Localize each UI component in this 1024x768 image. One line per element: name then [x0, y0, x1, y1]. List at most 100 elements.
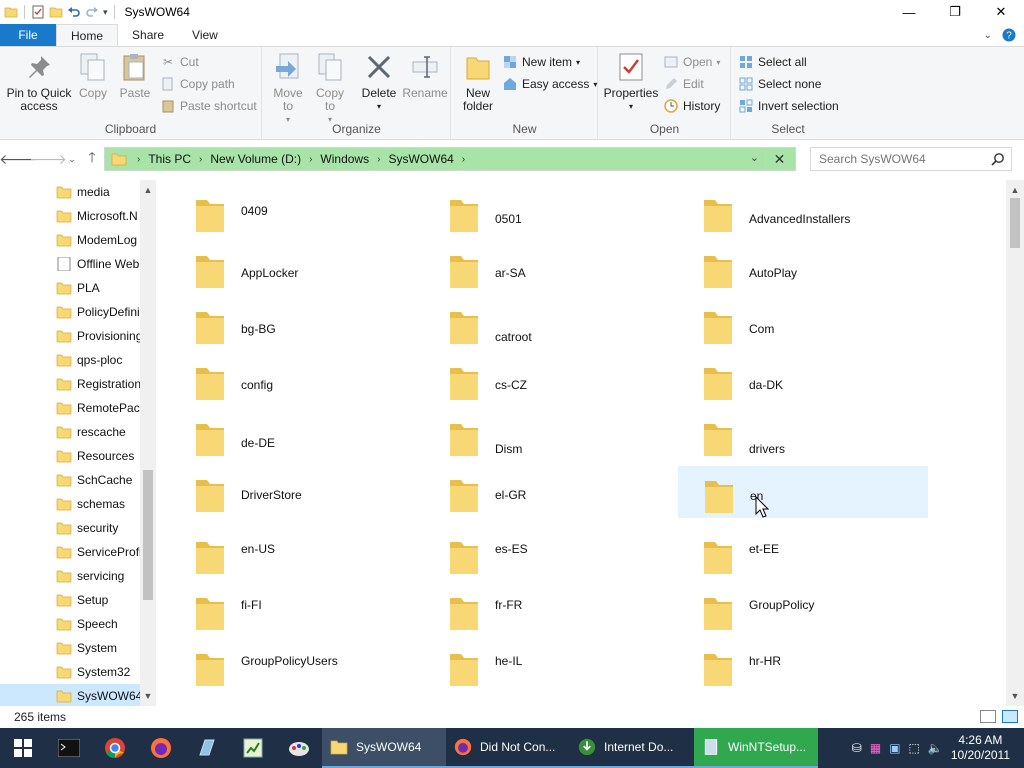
folder-item[interactable]: Dism — [424, 410, 674, 462]
folder-item[interactable]: en — [678, 466, 928, 518]
tray-color-icon[interactable]: ▦ — [870, 741, 881, 755]
taskbar-cmd[interactable] — [46, 728, 92, 768]
tab-view[interactable]: View — [178, 24, 232, 46]
taskbar-app-chart[interactable] — [230, 728, 276, 768]
taskbar-syswow64[interactable]: SysWOW64 — [322, 728, 446, 768]
clock[interactable]: 4:26 AM 10/20/2011 — [951, 733, 1010, 763]
redo-icon[interactable] — [85, 5, 99, 19]
select-all-button[interactable]: Select all — [738, 52, 807, 72]
tray-monitor-icon[interactable]: ▣ — [889, 741, 900, 755]
breadcrumb-this-pc[interactable]: This PC — [144, 152, 195, 166]
select-none-button[interactable]: Select none — [738, 74, 821, 94]
large-icons-view-icon[interactable] — [1002, 710, 1018, 723]
tree-item[interactable]: Microsoft.N — [0, 204, 140, 228]
taskbar-firefox[interactable] — [138, 728, 184, 768]
tree-item[interactable]: media — [0, 180, 140, 204]
breadcrumb-new-volume[interactable]: New Volume (D:) — [206, 152, 305, 166]
details-view-icon[interactable] — [980, 710, 996, 723]
undo-icon[interactable] — [67, 5, 81, 19]
tree-item[interactable]: RemotePacl — [0, 396, 140, 420]
rename-button[interactable]: Rename — [402, 51, 448, 100]
taskbar-firefox-window[interactable]: Did Not Con... — [446, 728, 570, 768]
tab-home[interactable]: Home — [56, 24, 119, 46]
nav-scrollbar[interactable]: ▲ ▼ — [140, 180, 156, 706]
copy-path-button[interactable]: Copy path — [160, 74, 235, 94]
forward-button[interactable]: 🡒 — [29, 149, 67, 169]
breadcrumb-syswow64[interactable]: SysWOW64 — [384, 152, 457, 166]
tree-item[interactable]: System32 — [0, 660, 140, 684]
scroll-up-icon[interactable]: ▲ — [1006, 182, 1024, 198]
chevron-right-icon[interactable]: › — [373, 154, 384, 165]
tab-share[interactable]: Share — [118, 24, 178, 46]
network-icon[interactable]: ⬚ — [909, 741, 920, 755]
folder-item[interactable]: Com — [678, 298, 928, 350]
tree-item[interactable]: SysWOW64 — [0, 684, 140, 706]
breadcrumb-windows[interactable]: Windows — [316, 152, 373, 166]
content-scroll-thumb[interactable] — [1010, 198, 1020, 248]
help-icon[interactable]: ? — [1002, 28, 1016, 42]
taskbar-internet-download[interactable]: Internet Do... — [570, 728, 694, 768]
tree-item[interactable]: Provisioning — [0, 324, 140, 348]
start-button[interactable] — [0, 728, 46, 768]
content-scrollbar[interactable]: ▲ ▼ — [1006, 180, 1024, 706]
tree-item[interactable]: SchCache — [0, 468, 140, 492]
folder-item[interactable]: cs-CZ — [424, 354, 674, 406]
search-input[interactable] — [811, 152, 981, 166]
taskbar-app-paint[interactable] — [276, 728, 322, 768]
stop-icon[interactable]: ✕ — [765, 148, 793, 170]
pin-quick-access-button[interactable]: Pin to Quick access — [4, 51, 74, 113]
tree-item[interactable]: ServiceProfi — [0, 540, 140, 564]
folder-item[interactable]: ar-SA — [424, 242, 674, 294]
paste-button[interactable]: Paste — [114, 51, 156, 100]
chevron-right-icon[interactable]: › — [458, 154, 469, 165]
tree-item[interactable]: System — [0, 636, 140, 660]
folder-item[interactable]: fr-FR — [424, 584, 674, 636]
open-button[interactable]: Open ▾ — [663, 52, 720, 72]
tree-item[interactable]: security — [0, 516, 140, 540]
folder-item[interactable]: en-US — [170, 528, 420, 580]
properties-button[interactable]: Properties ▾ — [603, 51, 659, 113]
tree-item[interactable]: schemas — [0, 492, 140, 516]
folder-item[interactable]: catroot — [424, 298, 674, 350]
taskbar-app-blue[interactable] — [184, 728, 230, 768]
search-box[interactable] — [810, 147, 1012, 171]
customize-toolbar-icon[interactable]: ▾ — [103, 7, 108, 18]
folder-item[interactable]: 0409 — [170, 186, 420, 238]
folder-item[interactable]: 0501 — [424, 186, 674, 238]
new-folder-icon[interactable] — [49, 5, 63, 19]
maximize-button[interactable]: ❐ — [932, 0, 978, 24]
recent-locations-button[interactable]: ⌄ — [62, 149, 82, 169]
address-bar[interactable]: › This PC › New Volume (D:) › Windows › … — [104, 147, 796, 171]
tree-item[interactable]: Offline Web — [0, 252, 140, 276]
close-button[interactable]: ✕ — [978, 0, 1024, 24]
tab-file[interactable]: File — [0, 24, 56, 46]
folder-item[interactable]: he-IL — [424, 640, 674, 692]
up-button[interactable]: 🡑 — [82, 149, 102, 169]
folder-item[interactable]: AutoPlay — [678, 242, 928, 294]
scroll-down-icon[interactable]: ▼ — [140, 688, 156, 704]
folder-item[interactable]: fi-FI — [170, 584, 420, 636]
folder-item[interactable]: da-DK — [678, 354, 928, 406]
properties-icon[interactable] — [31, 5, 45, 19]
folder-item[interactable]: de-DE — [170, 410, 420, 462]
new-folder-button[interactable]: New folder — [458, 51, 498, 113]
folder-item[interactable]: el-GR — [424, 466, 674, 518]
folder-item[interactable]: AdvancedInstallers — [678, 186, 928, 238]
folder-item[interactable]: DriverStore — [170, 466, 420, 518]
chevron-right-icon[interactable]: › — [195, 154, 206, 165]
history-button[interactable]: History — [663, 96, 720, 116]
folder-item[interactable]: AppLocker — [170, 242, 420, 294]
folder-item[interactable]: drivers — [678, 410, 928, 462]
folder-item[interactable]: GroupPolicy — [678, 584, 928, 636]
nav-scroll-thumb[interactable] — [143, 470, 153, 600]
folder-item[interactable]: config — [170, 354, 420, 406]
chevron-right-icon[interactable]: › — [133, 154, 144, 165]
folder-item[interactable]: et-EE — [678, 528, 928, 580]
tray-app-icon[interactable]: ⛁ — [852, 741, 862, 755]
folder-item[interactable]: hr-HR — [678, 640, 928, 692]
invert-selection-button[interactable]: Invert selection — [738, 96, 839, 116]
folder-item[interactable]: GroupPolicyUsers — [170, 640, 420, 692]
delete-button[interactable]: Delete ▾ — [357, 51, 401, 113]
move-to-button[interactable]: Move to ▾ — [269, 51, 307, 126]
scroll-down-icon[interactable]: ▼ — [1006, 688, 1024, 704]
